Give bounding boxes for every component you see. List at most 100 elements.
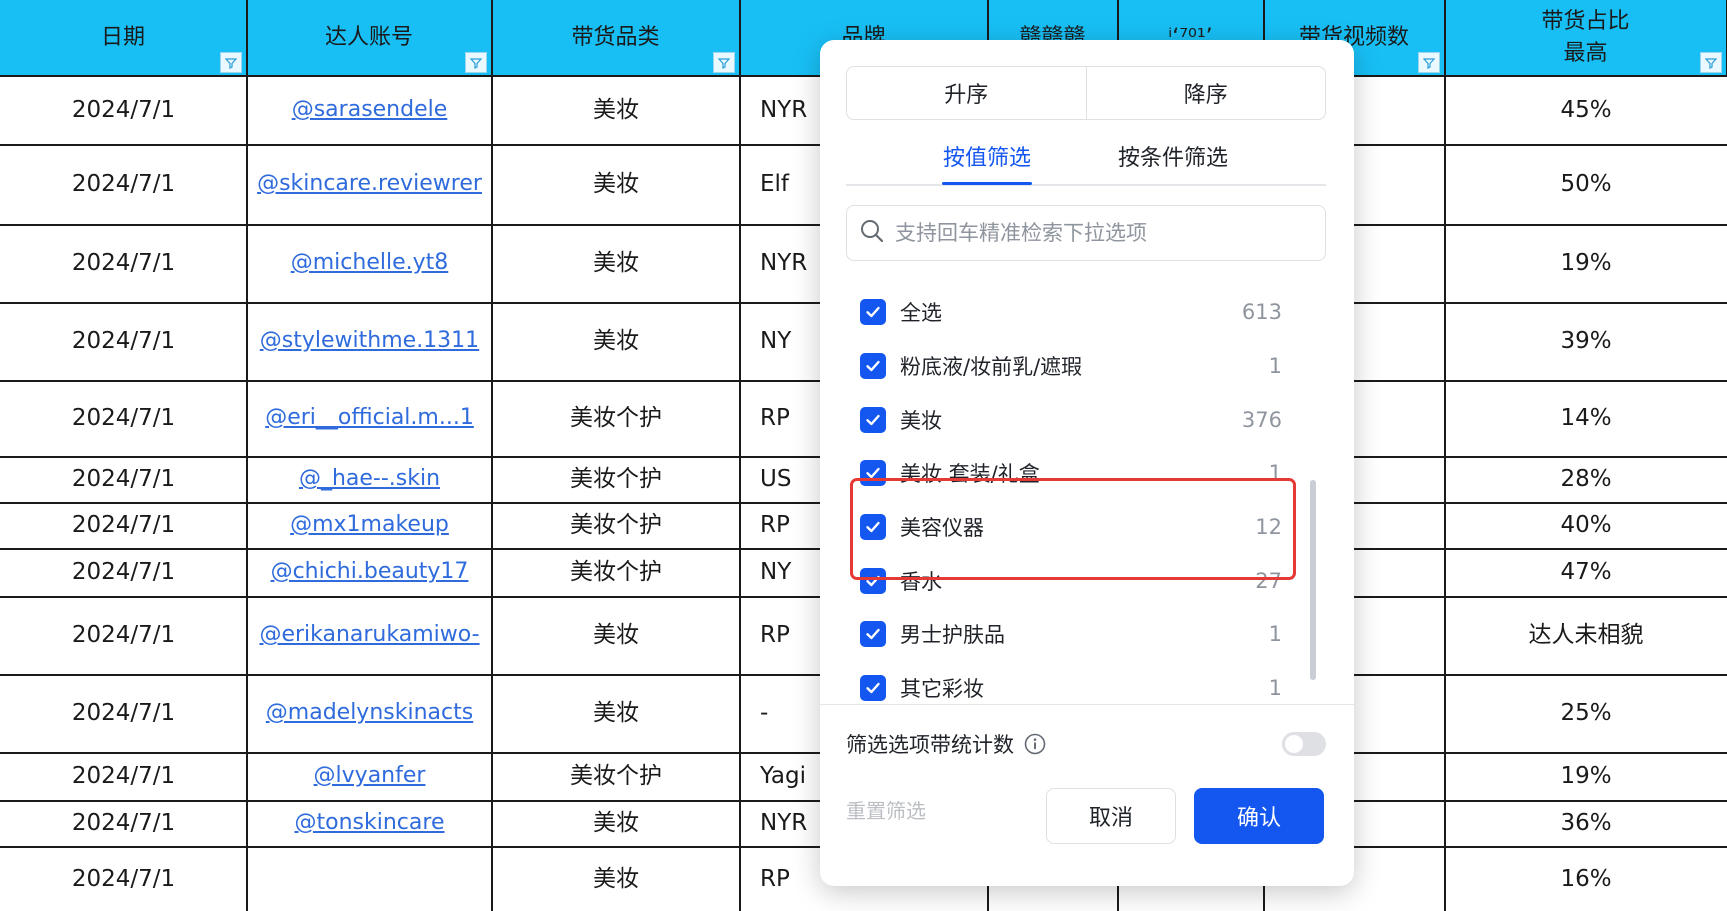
column-filter-icon[interactable]	[1700, 52, 1722, 73]
cell-ratio: 45%	[1560, 97, 1612, 123]
cell-ratio: 50%	[1560, 171, 1612, 197]
cell-date: 2024/7/1	[71, 512, 176, 538]
checkbox-checked-icon[interactable]	[860, 353, 886, 379]
cell-category: 美妆	[593, 250, 639, 276]
cell-account-link[interactable]: @sarasendele	[247, 76, 492, 144]
option-label: 其它彩妆	[900, 677, 984, 701]
checkbox-checked-icon[interactable]	[860, 299, 886, 325]
column-filter-icon[interactable]	[1418, 52, 1440, 73]
header-label: 达人账号	[324, 25, 413, 50]
cell-category: 美妆	[593, 622, 639, 648]
tab-filter-by-condition[interactable]: 按条件筛选	[1108, 140, 1238, 184]
cell-ratio: 达人未相貌	[1528, 622, 1644, 648]
cell-category: 美妆	[593, 810, 639, 836]
option-label: 粉底液/妆前乳/遮瑕	[900, 355, 1083, 379]
filter-popup: 升序 降序 按值筛选 按条件筛选 全选 613 粉底液/妆前乳/遮瑕 1 美妆 376美妆…	[820, 40, 1354, 886]
stats-count-toggle[interactable]	[1282, 732, 1326, 756]
cell-date: 2024/7/1	[71, 466, 176, 492]
cell-account-link[interactable]: @chichi.beauty17	[247, 548, 492, 596]
header-label: 日期	[100, 25, 145, 50]
cell-category: 美妆个护	[570, 405, 662, 431]
tab-filter-by-value[interactable]: 按值筛选	[942, 140, 1032, 184]
cell-ratio: 39%	[1560, 328, 1612, 354]
column-filter-icon[interactable]	[465, 52, 487, 73]
header-date[interactable]: 日期	[0, 0, 247, 76]
cell-account-link[interactable]: @michelle.yt8	[247, 224, 492, 302]
filter-tabs: 按值筛选 按条件筛选	[846, 140, 1326, 186]
cell-account-link[interactable]: @tonskincare	[247, 800, 492, 846]
cell-account-link[interactable]: @stylewithme.1311	[247, 302, 492, 380]
option-count: 1	[1268, 676, 1282, 700]
cell-date: 2024/7/1	[71, 250, 176, 276]
confirm-button[interactable]: 确认	[1194, 788, 1324, 844]
filter-option[interactable]: 美妆 376	[860, 400, 1282, 440]
filter-option[interactable]: 其它彩妆 1	[860, 668, 1282, 708]
cell-ratio: 14%	[1560, 405, 1612, 431]
column-filter-icon[interactable]	[220, 52, 242, 73]
cell-account-link[interactable]: @mx1makeup	[247, 502, 492, 548]
column-filter-icon[interactable]	[713, 52, 735, 73]
cell-date: 2024/7/1	[71, 405, 176, 431]
cell-date: 2024/7/1	[71, 328, 176, 354]
cell-category: 美妆个护	[570, 512, 662, 538]
filter-option[interactable]: 粉底液/妆前乳/遮瑕 1	[860, 346, 1282, 386]
cell-ratio: 28%	[1560, 466, 1612, 492]
cell-date: 2024/7/1	[71, 622, 176, 648]
cell-category: 美妆	[593, 865, 639, 892]
cell-account-link[interactable]: @lvyanfer	[247, 752, 492, 800]
cell-date: 2024/7/1	[71, 97, 176, 123]
cancel-button[interactable]: 取消	[1046, 788, 1176, 844]
cell-category: 美妆	[593, 97, 639, 123]
header-label: 带货占比 最高	[1541, 9, 1630, 66]
option-label: 全选	[900, 301, 942, 325]
reset-filter-link[interactable]: 重置筛选	[846, 796, 926, 826]
cell-account-link[interactable]: @madelynskinacts	[247, 674, 492, 752]
cell-account-link[interactable]: @skincare.reviewrer	[247, 144, 492, 224]
divider	[820, 704, 1354, 705]
checkbox-checked-icon[interactable]	[860, 621, 886, 647]
active-tab-indicator	[942, 182, 1032, 185]
info-icon[interactable]	[1024, 733, 1046, 755]
option-count: 1	[1268, 622, 1282, 646]
cell-ratio: 19%	[1560, 250, 1612, 276]
cell-ratio: 40%	[1560, 512, 1612, 538]
cell-account-link[interactable]: @_hae--.skin	[247, 456, 492, 502]
cell-ratio: 16%	[1560, 865, 1612, 892]
cell-date: 2024/7/1	[71, 559, 176, 585]
cell-date: 2024/7/1	[71, 865, 176, 892]
checkbox-checked-icon[interactable]	[860, 407, 886, 433]
option-count: 376	[1241, 408, 1282, 432]
cell-account-link[interactable]: @erikanarukamiwo-	[247, 596, 492, 674]
cell-ratio: 36%	[1560, 810, 1612, 836]
stats-count-label: 筛选选项带统计数	[846, 733, 1014, 757]
option-list-scrollbar[interactable]	[1310, 480, 1316, 680]
select-all-option[interactable]: 全选 613	[860, 292, 1282, 332]
toggle-knob	[1285, 735, 1303, 753]
cell-category: 美妆	[593, 700, 639, 726]
header-account[interactable]: 达人账号	[247, 0, 492, 76]
sort-descending-button[interactable]: 降序	[1085, 67, 1326, 119]
sort-bar: 升序 降序	[846, 66, 1326, 120]
cell-category: 美妆	[593, 171, 639, 197]
cell-ratio: 25%	[1560, 700, 1612, 726]
cell-date: 2024/7/1	[71, 700, 176, 726]
cell-account-link[interactable]: @eri__official.m...1	[247, 380, 492, 456]
filter-option[interactable]: 男士护肤品 1	[860, 614, 1282, 654]
option-label: 男士护肤品	[900, 623, 1005, 647]
search-input[interactable]	[893, 220, 1317, 246]
option-search-box	[846, 205, 1326, 261]
cell-category: 美妆个护	[570, 466, 662, 492]
cell-category: 美妆个护	[570, 763, 662, 789]
header-ratio[interactable]: 带货占比 最高	[1445, 0, 1727, 76]
option-count: 613	[1241, 300, 1282, 324]
cell-ratio: 47%	[1560, 559, 1612, 585]
cell-date: 2024/7/1	[71, 763, 176, 789]
cell-account-link[interactable]	[247, 846, 492, 911]
header-category[interactable]: 带货品类	[492, 0, 740, 76]
sort-ascending-button[interactable]: 升序	[847, 67, 1086, 119]
cell-date: 2024/7/1	[71, 171, 176, 197]
cell-category: 美妆	[593, 328, 639, 354]
option-label: 美妆	[900, 409, 942, 433]
cell-date: 2024/7/1	[71, 810, 176, 836]
checkbox-checked-icon[interactable]	[860, 675, 886, 701]
